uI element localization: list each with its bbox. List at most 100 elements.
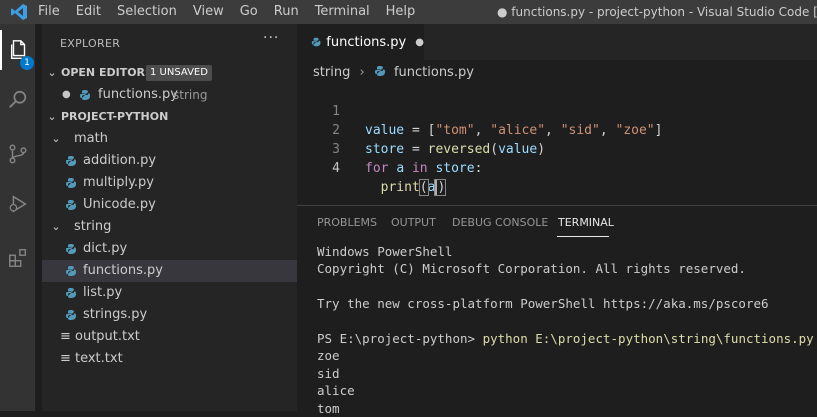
- tab-functions-py[interactable]: functions.py ●: [297, 24, 424, 60]
- file-label: output.txt: [75, 329, 140, 344]
- text-file-icon: ≡: [60, 329, 71, 344]
- terminal-prompt: PS E:\project-python>: [317, 330, 483, 346]
- terminal-output: tom: [317, 400, 340, 416]
- menu-selection[interactable]: Selection: [109, 0, 185, 24]
- text-file-icon: ≡: [60, 351, 71, 366]
- python-file-icon: [80, 90, 90, 100]
- terminal-output: zoe: [317, 348, 340, 364]
- terminal-output: sid: [317, 365, 340, 381]
- explorer-sidebar: EXPLORER ··· ⌄ OPEN EDITORS 1 UNSAVED ● …: [42, 24, 297, 411]
- breadcrumb-folder[interactable]: string: [313, 65, 350, 80]
- menu-file[interactable]: File: [38, 0, 68, 24]
- run-debug-icon: [9, 195, 27, 213]
- file-label: strings.py: [83, 307, 148, 322]
- file-label: multiply.py: [83, 175, 155, 190]
- file-item[interactable]: ≡ output.txt: [42, 326, 297, 348]
- file-item[interactable]: ≡ text.txt: [42, 348, 297, 370]
- terminal-line: Try the new cross-platform PowerShell ht…: [317, 296, 769, 312]
- open-editor-item[interactable]: ● functions.py string: [42, 84, 297, 106]
- explorer-badge: 1: [20, 56, 34, 70]
- tab-debug-console[interactable]: DEBUG CONSOLE: [452, 216, 548, 229]
- terminal-line: Copyright (C) Microsoft Corporation. All…: [317, 261, 746, 277]
- activity-bar: 1: [0, 24, 35, 411]
- file-item[interactable]: list.py: [42, 282, 297, 304]
- source-control-icon: [8, 144, 27, 164]
- line-number: 4: [332, 161, 340, 176]
- folder-math[interactable]: ⌄ math: [42, 128, 297, 150]
- project-title: PROJECT-PYTHON: [61, 110, 169, 123]
- project-section[interactable]: ⌄ PROJECT-PYTHON: [42, 106, 297, 128]
- python-file-icon: [66, 156, 76, 166]
- file-label: functions.py: [83, 263, 163, 278]
- extensions-activity-button[interactable]: [0, 238, 35, 278]
- folder-string[interactable]: ⌄ string: [42, 216, 297, 238]
- folder-label: math: [74, 131, 108, 146]
- chevron-right-icon: ›: [359, 65, 365, 80]
- breadcrumb: string › functions.py: [313, 63, 474, 83]
- vscode-logo-icon: [0, 0, 38, 24]
- menu-edit[interactable]: Edit: [68, 0, 109, 24]
- file-label: list.py: [83, 285, 123, 300]
- title-bar: File Edit Selection View Go Run Terminal…: [0, 0, 817, 24]
- unsaved-badge: 1 UNSAVED: [146, 64, 212, 81]
- editor-tab-bar: functions.py ●: [297, 24, 817, 60]
- menu-view[interactable]: View: [185, 0, 232, 24]
- python-file-icon: [66, 310, 76, 320]
- python-file-icon: [66, 200, 76, 210]
- file-label: dict.py: [83, 241, 128, 256]
- search-icon: [8, 90, 26, 108]
- file-label: Unicode.py: [83, 197, 156, 212]
- search-activity-button[interactable]: [0, 80, 35, 120]
- active-tab-indicator: [557, 236, 609, 237]
- file-label: text.txt: [75, 351, 123, 366]
- run-debug-activity-button[interactable]: [0, 184, 35, 224]
- chevron-down-icon: ⌄: [51, 132, 61, 145]
- explorer-activity-button[interactable]: 1: [0, 30, 35, 70]
- menu-terminal[interactable]: Terminal: [307, 0, 378, 24]
- more-actions-icon[interactable]: ···: [263, 30, 279, 46]
- dirty-dot-icon[interactable]: ●: [415, 37, 424, 48]
- python-file-icon: [311, 37, 321, 47]
- terminal-command-line: PS E:\project-python> python E:\project-…: [317, 330, 817, 347]
- menu-go[interactable]: Go: [232, 0, 266, 24]
- source-control-activity-button[interactable]: [0, 134, 35, 174]
- file-item[interactable]: strings.py: [42, 304, 297, 326]
- tab-label: functions.py: [326, 34, 407, 50]
- python-file-icon: [66, 244, 76, 254]
- file-item-selected[interactable]: functions.py: [42, 260, 297, 282]
- python-file-icon: [374, 66, 385, 76]
- terminal-output: alice: [317, 383, 355, 399]
- file-label: addition.py: [83, 153, 157, 168]
- open-editors-title: OPEN EDITORS: [61, 66, 153, 79]
- tab-output[interactable]: OUTPUT: [391, 216, 436, 229]
- tab-problems[interactable]: PROBLEMS: [317, 216, 377, 229]
- menu-run[interactable]: Run: [266, 0, 307, 24]
- file-item[interactable]: addition.py: [42, 150, 297, 172]
- chevron-down-icon: ⌄: [47, 66, 57, 79]
- unsaved-dot-icon[interactable]: ●: [62, 84, 71, 106]
- chevron-down-icon: ⌄: [47, 110, 57, 123]
- bottom-panel: PROBLEMS OUTPUT DEBUG CONSOLE TERMINAL W…: [297, 205, 817, 416]
- terminal-line: Windows PowerShell: [317, 244, 453, 259]
- open-editors-section[interactable]: ⌄ OPEN EDITORS 1 UNSAVED: [42, 62, 297, 84]
- terminal[interactable]: Windows PowerShell Copyright (C) Microso…: [317, 243, 817, 417]
- file-item[interactable]: Unicode.py: [42, 194, 297, 216]
- tab-terminal[interactable]: TERMINAL: [558, 216, 614, 229]
- code-editor[interactable]: 1 value = ["tom", "alice", "sid", "zoe"]…: [297, 83, 817, 196]
- file-item[interactable]: multiply.py: [42, 172, 297, 194]
- file-item[interactable]: dict.py: [42, 238, 297, 260]
- terminal-command: python E:\project-python\string\function…: [482, 330, 814, 346]
- window-title: ● functions.py - project-python - Visual…: [497, 5, 817, 19]
- menu-help[interactable]: Help: [378, 0, 424, 24]
- python-file-icon: [66, 178, 76, 188]
- python-file-icon: [66, 266, 76, 276]
- chevron-down-icon: ⌄: [51, 220, 61, 233]
- folder-label: string: [74, 219, 112, 234]
- open-editor-folder: string: [173, 88, 208, 102]
- breadcrumb-file[interactable]: functions.py: [394, 65, 474, 80]
- extensions-icon: [8, 249, 26, 267]
- code-line: 2 store = reversed(value): [297, 102, 817, 157]
- code-line: 1 value = ["tom", "alice", "sid", "zoe"]: [297, 83, 817, 138]
